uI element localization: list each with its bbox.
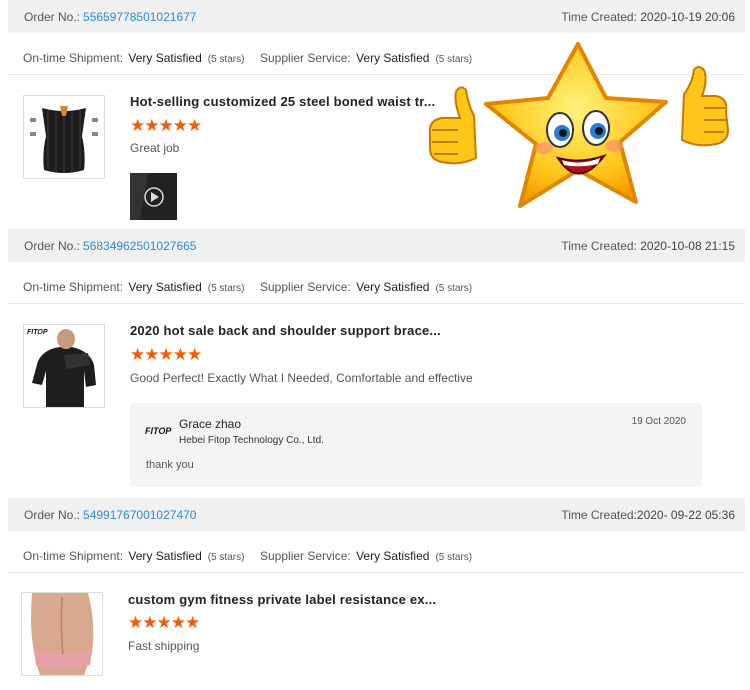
supplier-value: Very Satisfied xyxy=(356,51,430,65)
product-rating-stars: ★★★★★ xyxy=(130,345,202,364)
reply-text: thank you xyxy=(146,459,194,471)
supplier-label: Supplier Service: xyxy=(260,51,351,65)
ontime-label: On-time Shipment: xyxy=(23,280,124,294)
order-number-link[interactable]: 56834962501027665 xyxy=(83,239,196,253)
reply-date: 19 Oct 2020 xyxy=(631,416,686,427)
product-thumbnail[interactable] xyxy=(21,592,103,676)
rating-summary: On-time Shipment: Very Satisfied (5 stars… xyxy=(8,536,745,573)
review-comment: Great job xyxy=(130,141,180,155)
product-rating-stars: ★★★★★ xyxy=(128,613,200,632)
ontime-label: On-time Shipment: xyxy=(23,51,124,65)
product-thumbnail[interactable] xyxy=(23,95,105,179)
star-mascot-icon xyxy=(428,42,730,208)
order-number-link[interactable]: 54991767001027470 xyxy=(83,508,196,522)
thumbs-up-icon xyxy=(680,66,730,147)
time-created-value: 2020-10-19 20:06 xyxy=(640,10,735,24)
supplier-value: Very Satisfied xyxy=(356,549,430,563)
order-header: Order No.: 55659778501021677 Time Created… xyxy=(8,0,745,33)
review-video[interactable] xyxy=(130,173,177,220)
time-created-label: Time Created: xyxy=(561,10,637,24)
order-number-link[interactable]: 55659778501021677 xyxy=(83,10,196,24)
time-created-value: 2020- 09-22 05:36 xyxy=(636,508,735,522)
review-comment: Good Perfect! Exactly What I Needed, Com… xyxy=(130,371,473,385)
reply-company[interactable]: Hebei Fitop Technology Co., Ltd. xyxy=(179,435,324,446)
ontime-value: Very Satisfied xyxy=(128,280,202,294)
review-comment: Fast shipping xyxy=(128,639,200,653)
thumbs-up-icon xyxy=(428,86,478,165)
ontime-value: Very Satisfied xyxy=(128,549,202,563)
supplier-reply: FITOP Grace zhao Hebei Fitop Technology … xyxy=(130,403,702,487)
ontime-label: On-time Shipment: xyxy=(23,549,124,563)
supplier-label: Supplier Service: xyxy=(260,280,351,294)
supplier-label: Supplier Service: xyxy=(260,549,351,563)
ontime-stars: (5 stars) xyxy=(207,54,245,65)
ontime-value: Very Satisfied xyxy=(128,51,202,65)
order-no-label: Order No.: xyxy=(24,10,81,24)
supplier-logo: FITOP xyxy=(145,426,172,436)
supplier-stars: (5 stars) xyxy=(435,283,473,294)
supplier-value: Very Satisfied xyxy=(356,280,430,294)
order-no-label: Order No.: xyxy=(24,239,81,253)
reply-author: Grace zhao xyxy=(179,417,242,431)
product-rating-stars: ★★★★★ xyxy=(130,116,202,135)
rating-summary: On-time Shipment: Very Satisfied (5 stars… xyxy=(8,267,745,304)
order-no-label: Order No.: xyxy=(24,508,81,522)
time-created-label: Time Created: xyxy=(561,239,637,253)
time-created-label: Time Created: xyxy=(561,508,637,522)
time-created-value: 2020-10-08 21:15 xyxy=(640,239,735,253)
play-icon xyxy=(130,173,177,220)
supplier-stars: (5 stars) xyxy=(435,552,473,563)
ontime-stars: (5 stars) xyxy=(207,552,245,563)
ontime-stars: (5 stars) xyxy=(207,283,245,294)
product-title[interactable]: custom gym fitness private label resista… xyxy=(128,592,436,607)
product-title[interactable]: Hot-selling customized 25 steel boned wa… xyxy=(130,94,435,109)
svg-text:FITOP: FITOP xyxy=(27,329,48,336)
product-thumbnail[interactable]: FITOP xyxy=(23,324,105,408)
product-title[interactable]: 2020 hot sale back and shoulder support … xyxy=(130,323,441,338)
order-header: Order No.: 54991767001027470 Time Created… xyxy=(8,498,745,531)
